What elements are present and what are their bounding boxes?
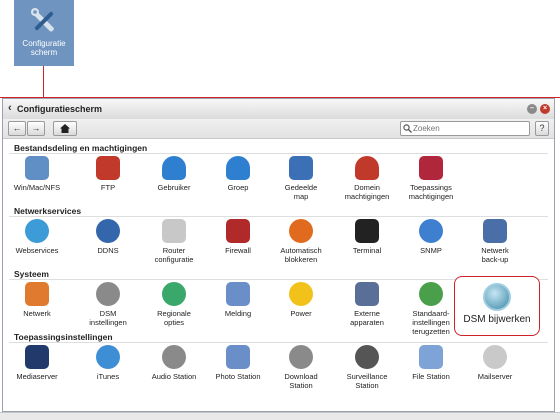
panel-content: Bestandsdeling en machtigingen Win/Mac/N…: [3, 139, 554, 411]
desktop-icon-label-line1: Configuratie: [22, 39, 66, 48]
shared-folder-icon: [289, 156, 313, 180]
external-device-icon: [355, 282, 379, 306]
computer-icon: [25, 156, 49, 180]
item-audio-station[interactable]: Audio Station: [142, 345, 206, 381]
download-station-icon: [289, 345, 313, 369]
media-server-icon: [25, 345, 49, 369]
window-title: Configuratiescherm: [17, 104, 103, 114]
item-automatisch-blokkeren[interactable]: Automatisch blokkeren: [269, 219, 333, 264]
ddns-icon: [96, 219, 120, 243]
item-externe-apparaten[interactable]: Externe apparaten: [335, 282, 399, 327]
app-privileges-icon: [419, 156, 443, 180]
item-gedeelde-map[interactable]: Gedeelde map: [269, 156, 333, 201]
ftp-icon: [96, 156, 120, 180]
callout-line: [43, 66, 44, 97]
section-title: Bestandsdeling en machtigingen: [14, 143, 148, 153]
surveillance-camera-icon: [355, 345, 379, 369]
dsm-update-icon: [483, 283, 511, 311]
minimize-button[interactable]: –: [527, 104, 537, 114]
auto-block-icon: [289, 219, 313, 243]
mail-server-icon: [483, 345, 507, 369]
item-dsm-bijwerken[interactable]: DSM bijwerken: [454, 276, 540, 336]
back-button[interactable]: ←: [8, 121, 26, 136]
item-itunes[interactable]: iTunes: [76, 345, 140, 381]
itunes-icon: [96, 345, 120, 369]
item-surveillance-station[interactable]: Surveillance Station: [335, 345, 399, 390]
item-gebruiker[interactable]: Gebruiker: [142, 156, 206, 192]
user-icon: [162, 156, 186, 180]
section-title: Netwerkservices: [14, 206, 82, 216]
item-mailserver[interactable]: Mailserver: [463, 345, 527, 381]
item-download-station[interactable]: Download Station: [269, 345, 333, 390]
item-photo-station[interactable]: Photo Station: [206, 345, 270, 381]
audio-station-icon: [162, 345, 186, 369]
dsm-update-label: DSM bijwerken: [463, 314, 531, 325]
search-input[interactable]: [413, 122, 523, 134]
item-melding[interactable]: Melding: [206, 282, 270, 318]
item-toepassings-machtigingen[interactable]: Toepassings machtigingen: [399, 156, 463, 201]
desktop-icon-label-line2: scherm: [30, 48, 58, 57]
section-divider: [9, 342, 548, 343]
file-station-icon: [419, 345, 443, 369]
search-box[interactable]: [400, 121, 530, 136]
item-ddns[interactable]: DDNS: [76, 219, 140, 255]
item-regionale-opties[interactable]: Regionale opties: [142, 282, 206, 327]
home-icon: [60, 124, 70, 133]
gear-icon: [96, 282, 120, 306]
search-icon: [403, 124, 412, 133]
item-netwerk[interactable]: Netwerk: [5, 282, 69, 318]
terminal-icon: [355, 219, 379, 243]
control-panel-window: ‹ Configuratiescherm – × ← → ? Bestandsd…: [2, 98, 555, 412]
wrench-screwdriver-icon: [31, 8, 54, 32]
photo-station-icon: [226, 345, 250, 369]
item-win-mac-nfs[interactable]: Win/Mac/NFS: [5, 156, 69, 192]
control-panel-desktop-icon[interactable]: Configuratie scherm: [14, 0, 74, 66]
window-titlebar: ‹ Configuratiescherm – ×: [3, 99, 554, 120]
group-icon: [226, 156, 250, 180]
item-mediaserver[interactable]: Mediaserver: [5, 345, 69, 381]
section-divider: [9, 153, 548, 154]
globe-icon: [25, 219, 49, 243]
clock-globe-icon: [162, 282, 186, 306]
domain-user-icon: [355, 156, 379, 180]
item-dsm-instellingen[interactable]: DSM instellingen: [76, 282, 140, 327]
item-terminal[interactable]: Terminal: [335, 219, 399, 255]
restore-icon: [419, 282, 443, 306]
close-button[interactable]: ×: [540, 104, 550, 114]
item-power[interactable]: Power: [269, 282, 333, 318]
envelope-icon: [226, 282, 250, 306]
item-firewall[interactable]: Firewall: [206, 219, 270, 255]
item-router-configuratie[interactable]: Router configuratie: [142, 219, 206, 264]
help-button[interactable]: ?: [535, 121, 549, 136]
section-divider: [9, 216, 548, 217]
forward-button[interactable]: →: [27, 121, 45, 136]
firewall-icon: [226, 219, 250, 243]
home-button[interactable]: [53, 121, 77, 136]
network-backup-icon: [483, 219, 507, 243]
section-title: Systeem: [14, 269, 49, 279]
section-title: Toepassingsinstellingen: [14, 332, 113, 342]
router-icon: [162, 219, 186, 243]
item-domein-machtigingen[interactable]: Domein machtigingen: [335, 156, 399, 201]
item-snmp[interactable]: SNMP: [399, 219, 463, 255]
chevron-left-icon: ‹: [8, 102, 12, 114]
house-icon: [25, 282, 49, 306]
item-ftp[interactable]: FTP: [76, 156, 140, 192]
item-groep[interactable]: Groep: [206, 156, 270, 192]
item-netwerk-back-up[interactable]: Netwerk back-up: [463, 219, 527, 264]
lightbulb-icon: [289, 282, 313, 306]
item-webservices[interactable]: Webservices: [5, 219, 69, 255]
snmp-icon: [419, 219, 443, 243]
item-file-station[interactable]: File Station: [399, 345, 463, 381]
toolbar: ← → ?: [3, 119, 554, 139]
